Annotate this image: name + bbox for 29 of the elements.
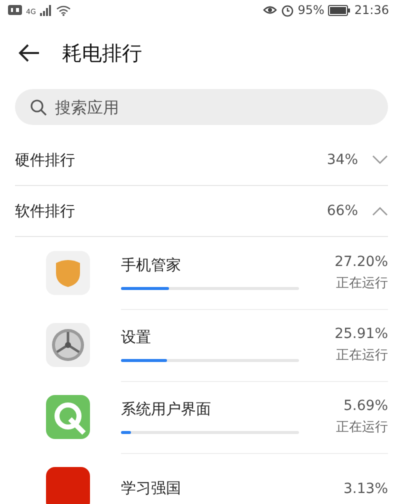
eye-icon [262, 4, 277, 16]
section-row[interactable]: 软件排行 66% [15, 186, 388, 237]
section-row[interactable]: 硬件排行 34% [15, 135, 388, 186]
search-icon [30, 99, 47, 116]
app-name: 设置 [121, 328, 152, 346]
app-name: 手机管家 [121, 256, 182, 274]
usage-percent: 25.91% [334, 326, 388, 342]
q-logo-icon [46, 395, 90, 439]
clock: 21:36 [354, 3, 389, 17]
usage-percent: 27.20% [334, 254, 388, 270]
page-title: 耗电排行 [62, 40, 142, 66]
app-status: 正在运行 [336, 418, 388, 436]
app-icon [46, 467, 90, 504]
battery-icon [328, 4, 350, 16]
usage-percent: 3.13% [344, 480, 388, 496]
wifi-icon [56, 4, 71, 16]
app-status: 正在运行 [336, 274, 388, 292]
shield-icon [46, 251, 90, 295]
chevron-up-icon [372, 206, 388, 216]
app-status: 正在运行 [336, 346, 388, 364]
signal-icon [40, 4, 52, 16]
app-name: 学习强国 [121, 479, 182, 498]
alarm-icon [280, 4, 294, 16]
app-name: 系统用户界面 [121, 400, 212, 418]
search-field[interactable]: 搜索应用 [15, 89, 388, 125]
chevron-down-icon [372, 155, 388, 165]
gear-icon [46, 323, 90, 367]
usage-percent: 5.69% [344, 398, 388, 414]
battery-percent: 95% [298, 3, 324, 17]
